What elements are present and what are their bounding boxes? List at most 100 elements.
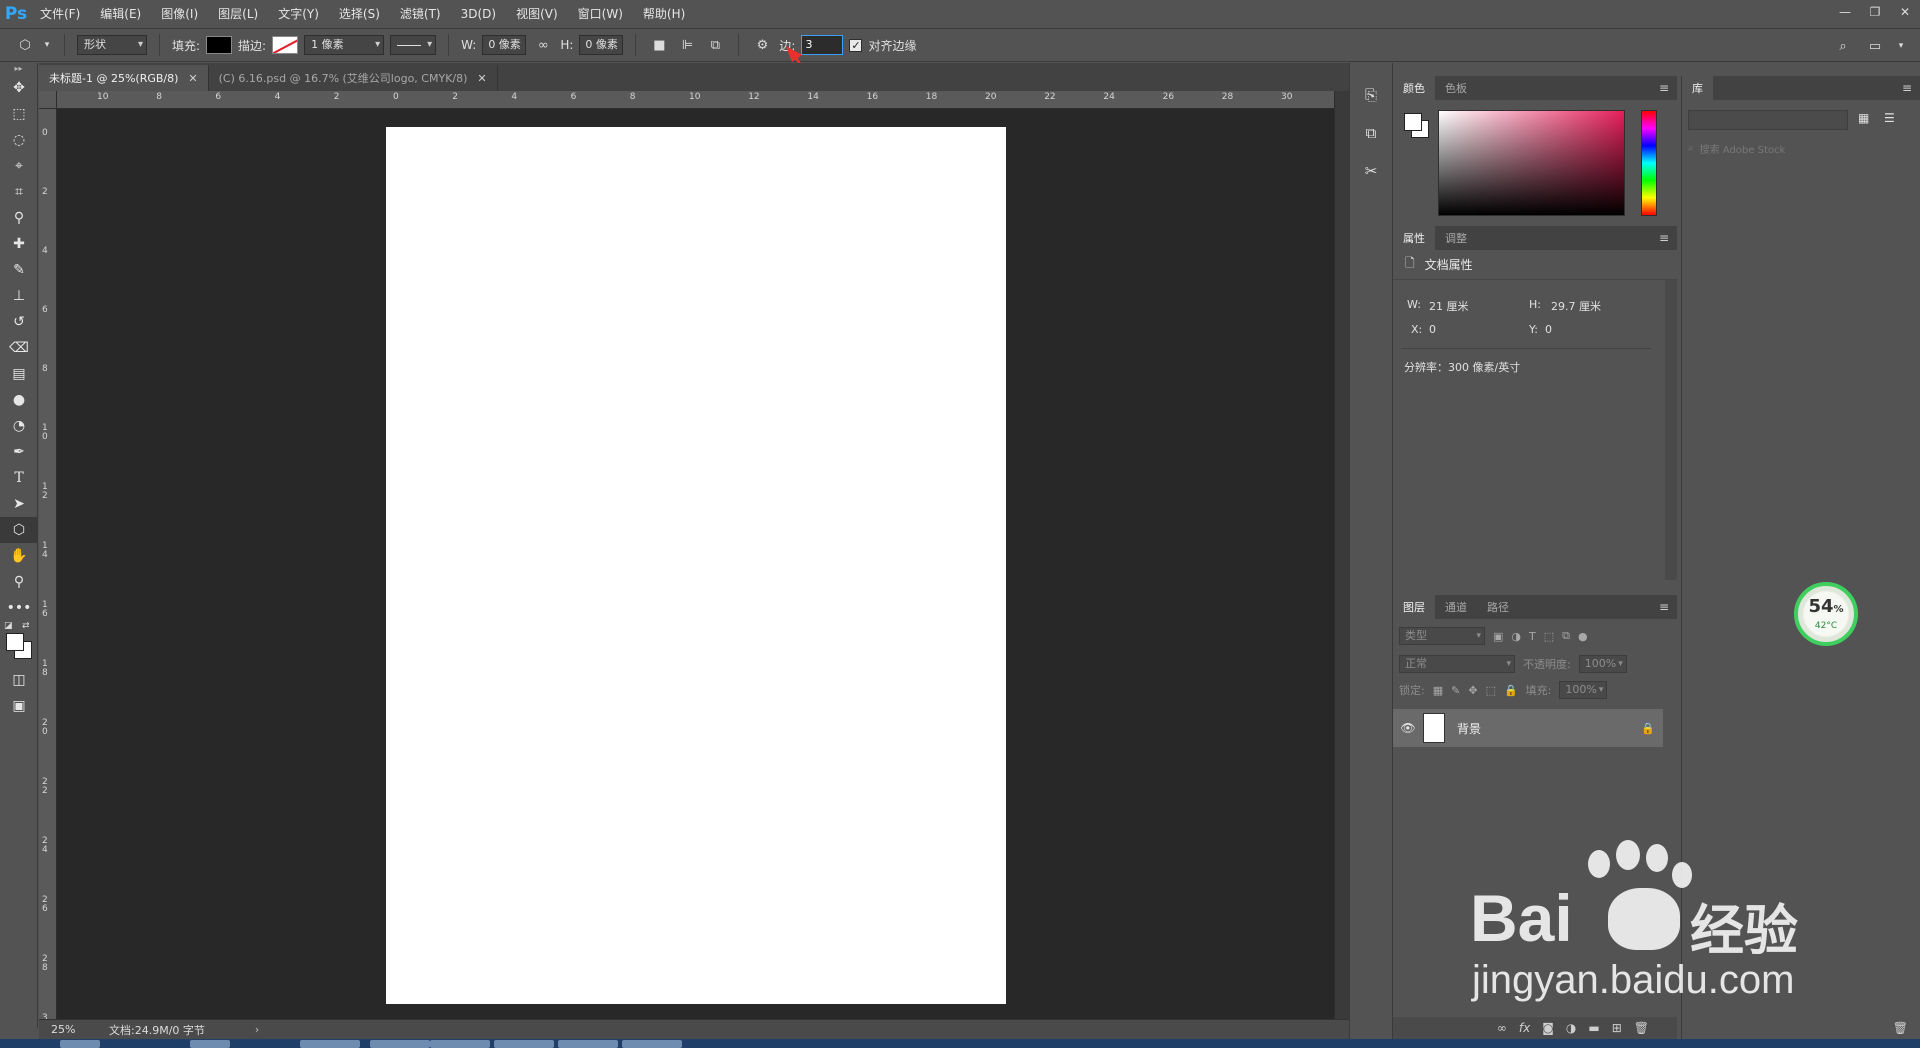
- opacity-field[interactable]: 100%: [1578, 655, 1627, 673]
- blur-icon[interactable]: ●: [0, 387, 38, 413]
- tab-properties[interactable]: 属性: [1393, 226, 1435, 250]
- zoom-icon[interactable]: ⚲: [0, 569, 38, 595]
- menu-file[interactable]: 文件(F): [30, 0, 90, 28]
- doc-height-value[interactable]: 29.7 厘米: [1551, 298, 1601, 314]
- layer-mask-icon[interactable]: ◙: [1542, 1021, 1554, 1035]
- tab-color[interactable]: 颜色: [1393, 76, 1435, 100]
- hand-icon[interactable]: ✋: [0, 543, 38, 569]
- menu-type[interactable]: 文字(Y): [268, 0, 329, 28]
- doc-width-value[interactable]: 21 厘米: [1429, 298, 1469, 314]
- lock-icon[interactable]: 🔒: [1633, 722, 1663, 735]
- link-layers-icon[interactable]: ∞: [1497, 1021, 1507, 1035]
- path-operations-icon[interactable]: ■: [648, 34, 670, 56]
- adjustment-filter-icon[interactable]: ◑: [1511, 630, 1521, 643]
- delete-layer-icon[interactable]: 🗑: [1634, 1021, 1649, 1035]
- image-filter-icon[interactable]: ▣: [1493, 630, 1503, 643]
- taskbar-item[interactable]: [190, 1040, 230, 1048]
- workspace-chevron-icon[interactable]: ▾: [1896, 35, 1906, 57]
- foreground-color-chip[interactable]: [6, 633, 24, 651]
- doc-y-value[interactable]: 0: [1545, 323, 1552, 336]
- eraser-icon[interactable]: ⌫: [0, 335, 38, 361]
- restore-icon[interactable]: ❐: [1860, 0, 1890, 24]
- polygon-tool-icon[interactable]: ⬡: [14, 34, 36, 56]
- tab-adjustments[interactable]: 调整: [1435, 226, 1477, 250]
- quick-select-icon[interactable]: ⌖: [0, 153, 38, 179]
- delete-icon[interactable]: 🗑: [1893, 1021, 1908, 1035]
- default-colors-icon[interactable]: ◪: [4, 621, 13, 631]
- tab-6-16-psd[interactable]: (C) 6.16.psd @ 16.7% (艾维公司logo, CMYK/8) …: [208, 65, 498, 91]
- tab-library[interactable]: 库: [1682, 76, 1713, 100]
- panel-menu-icon[interactable]: ≡: [1659, 600, 1669, 614]
- workspace-icon[interactable]: ▭: [1864, 35, 1886, 57]
- pen-icon[interactable]: ✒: [0, 439, 38, 465]
- menu-layer[interactable]: 图层(L): [208, 0, 268, 28]
- hue-slider[interactable]: [1641, 110, 1657, 216]
- chevron-right-icon[interactable]: ›: [255, 1023, 259, 1036]
- new-group-icon[interactable]: ▬: [1588, 1021, 1599, 1035]
- gradient-icon[interactable]: ▤: [0, 361, 38, 387]
- type-icon[interactable]: T: [0, 465, 38, 491]
- clone-stamp-icon[interactable]: ⊥: [0, 283, 38, 309]
- eye-icon[interactable]: 👁: [1393, 721, 1423, 735]
- panel-menu-icon[interactable]: ≡: [1659, 81, 1669, 95]
- document-canvas[interactable]: [386, 127, 1006, 1004]
- search-icon[interactable]: ⌕: [1832, 35, 1854, 57]
- grid-view-icon[interactable]: ▦: [1858, 111, 1869, 125]
- new-layer-icon[interactable]: ⊞: [1612, 1021, 1622, 1035]
- filter-toggle-icon[interactable]: ●: [1578, 630, 1588, 643]
- stroke-color-swatch[interactable]: [272, 36, 299, 54]
- blend-mode-dropdown[interactable]: 正常: [1399, 655, 1515, 673]
- stroke-width-dropdown[interactable]: 1 像素: [304, 35, 385, 55]
- menu-edit[interactable]: 编辑(E): [90, 0, 151, 28]
- align-edges-checkbox[interactable]: ✓: [849, 38, 863, 52]
- tab-layers[interactable]: 图层: [1393, 595, 1435, 619]
- screen-mode-icon[interactable]: ▣: [0, 693, 38, 719]
- minimize-icon[interactable]: —: [1830, 0, 1860, 24]
- marquee-icon[interactable]: ⬚: [0, 101, 38, 127]
- fill-color-swatch[interactable]: [206, 36, 233, 54]
- crop-icon[interactable]: ⌗: [0, 179, 38, 205]
- menu-select[interactable]: 选择(S): [329, 0, 390, 28]
- lock-transparency-icon[interactable]: ▦: [1433, 684, 1443, 697]
- library-dropdown[interactable]: [1688, 110, 1848, 130]
- link-icon[interactable]: ∞: [532, 34, 554, 56]
- width-field[interactable]: 0 像素: [482, 35, 527, 55]
- character-panel-icon[interactable]: ⧉: [1350, 114, 1392, 152]
- cpu-usage-widget[interactable]: 54% 42°C: [1794, 582, 1858, 646]
- taskbar-item[interactable]: [60, 1040, 100, 1048]
- taskbar-item[interactable]: [370, 1040, 430, 1048]
- taskbar-item[interactable]: [622, 1040, 682, 1048]
- toolbar-collapse-icon[interactable]: ▸▸: [0, 63, 37, 75]
- path-select-icon[interactable]: ➤: [0, 491, 38, 517]
- tool-preset-chevron-icon[interactable]: ▾: [42, 34, 52, 56]
- tab-swatches[interactable]: 色板: [1435, 76, 1477, 100]
- more-tools-icon[interactable]: •••: [0, 595, 38, 621]
- panel-menu-icon[interactable]: ≡: [1902, 81, 1912, 95]
- menu-view[interactable]: 视图(V): [506, 0, 568, 28]
- list-view-icon[interactable]: ☰: [1884, 111, 1895, 125]
- healing-brush-icon[interactable]: ✚: [0, 231, 38, 257]
- close-icon[interactable]: ✕: [477, 72, 486, 85]
- fill-field[interactable]: 100%: [1559, 681, 1608, 699]
- menu-window[interactable]: 窗口(W): [568, 0, 633, 28]
- layer-filter-dropdown[interactable]: 类型: [1399, 627, 1485, 645]
- smart-object-filter-icon[interactable]: ⧉: [1562, 629, 1570, 643]
- path-arrangement-icon[interactable]: ⧉: [704, 34, 726, 56]
- canvas-scrollbar[interactable]: [1334, 91, 1349, 1019]
- properties-scrollbar[interactable]: [1665, 280, 1677, 580]
- tab-channels[interactable]: 通道: [1435, 595, 1477, 619]
- lock-all-icon[interactable]: 🔒: [1504, 684, 1518, 697]
- tool-presets-icon[interactable]: ✂: [1350, 152, 1392, 190]
- panel-menu-icon[interactable]: ≡: [1659, 231, 1669, 245]
- mode-dropdown[interactable]: 形状: [77, 35, 147, 55]
- taskbar-item[interactable]: [300, 1040, 360, 1048]
- lock-position-icon[interactable]: ✥: [1468, 684, 1477, 697]
- menu-filter[interactable]: 滤镜(T): [390, 0, 451, 28]
- history-panel-icon[interactable]: ⎘: [1350, 76, 1392, 114]
- height-field[interactable]: 0 像素: [579, 35, 624, 55]
- color-picker-field[interactable]: [1438, 110, 1625, 216]
- brush-icon[interactable]: ✎: [0, 257, 38, 283]
- layer-name[interactable]: 背景: [1457, 720, 1633, 737]
- zoom-level[interactable]: 25%: [39, 1023, 109, 1036]
- close-icon[interactable]: ✕: [1890, 0, 1920, 24]
